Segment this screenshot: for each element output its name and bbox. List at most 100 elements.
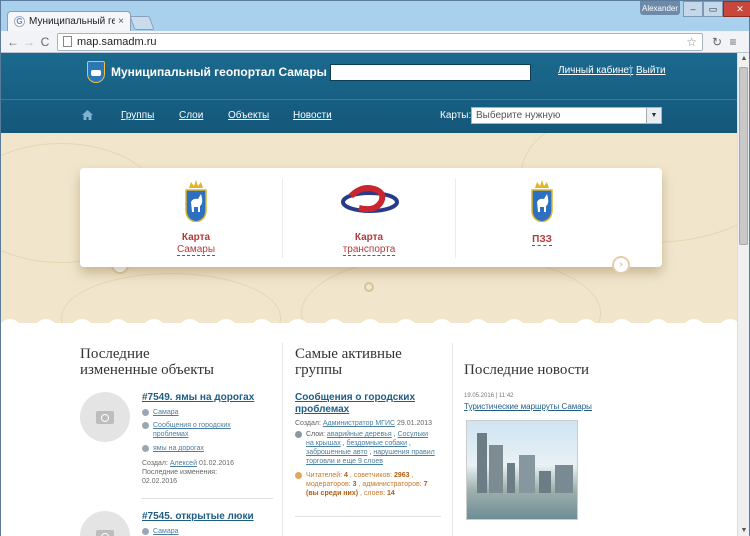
map-carousel: Карта Самары Карта транспорта ПЗЗ bbox=[80, 168, 662, 267]
back-icon[interactable]: ← bbox=[5, 35, 21, 49]
bookmark-star-icon[interactable]: ☆ bbox=[686, 35, 697, 49]
search-input[interactable] bbox=[330, 64, 531, 81]
maps-label: Карты: bbox=[440, 110, 472, 121]
maps-select[interactable]: Выберите нужную ▼ bbox=[471, 107, 662, 124]
group-created: Создал: Администратор МГИС 29.01.2013 bbox=[295, 420, 433, 427]
settings-icon[interactable]: ≡ bbox=[725, 35, 741, 49]
object-created: Создал: Алексей 01.02.2016 bbox=[142, 460, 234, 467]
building-shape bbox=[539, 471, 551, 493]
carousel-item-pzz[interactable]: ПЗЗ bbox=[456, 168, 628, 267]
news-image[interactable] bbox=[466, 420, 578, 520]
object-changed-date: 02.02.2016 bbox=[142, 478, 178, 485]
carousel-item-samara-map[interactable]: Карта Самары bbox=[110, 168, 282, 267]
layers-bullet-icon bbox=[295, 431, 302, 438]
group-stats: Читателей: 4 , советчиков: 2963 , модера… bbox=[295, 471, 441, 498]
menu-objects[interactable]: Объекты bbox=[228, 110, 269, 121]
menu-groups[interactable]: Группы bbox=[121, 110, 154, 121]
group-author-link[interactable]: Администратор МГИС bbox=[323, 420, 395, 427]
building-shape bbox=[555, 465, 573, 493]
cabinet-link[interactable]: Личный кабинет bbox=[558, 65, 633, 76]
site-header: Муниципальный геопортал Самары Личный ка… bbox=[1, 53, 737, 133]
object-changed-label: Последние изменения: bbox=[142, 469, 218, 476]
samara-coat-of-arms-icon bbox=[185, 180, 207, 222]
new-tab-button[interactable] bbox=[129, 16, 155, 30]
tag-bullet-icon bbox=[142, 422, 149, 429]
menu-layers[interactable]: Слои bbox=[179, 110, 203, 121]
header-separator bbox=[630, 65, 631, 77]
object-item: #7545. открытые люки Самара bbox=[80, 511, 275, 536]
object-tag[interactable]: Сообщения о городских проблемах bbox=[142, 421, 231, 439]
carousel-item-title: Карта bbox=[181, 232, 211, 243]
title-bar: G Муниципальный геопор × Alexander – ▭ ✕ bbox=[1, 1, 750, 31]
object-tag[interactable]: ямы на дорогах bbox=[142, 444, 204, 453]
logout-link[interactable]: Выйти bbox=[636, 65, 666, 76]
object-tag[interactable]: Самара bbox=[142, 408, 179, 417]
page-viewport: Муниципальный геопортал Самары Личный ка… bbox=[1, 53, 737, 536]
forward-icon[interactable]: → bbox=[21, 35, 37, 49]
building-shape bbox=[519, 455, 535, 493]
carousel-item-subtitle: Самары bbox=[176, 244, 216, 256]
groups-heading-line1: Самые активные bbox=[295, 346, 402, 362]
hero-banner: ‹ Карта Самары Кар bbox=[1, 133, 737, 323]
author-link[interactable]: Алексей bbox=[170, 460, 197, 467]
scroll-up-icon[interactable]: ▲ bbox=[738, 53, 750, 65]
wave-divider bbox=[1, 319, 737, 329]
address-bar[interactable]: map.samadm.ru ☆ bbox=[57, 32, 703, 51]
site-title[interactable]: Муниципальный геопортал Самары bbox=[111, 65, 327, 79]
maps-select-value: Выберите нужную bbox=[476, 110, 561, 121]
tab-close-icon[interactable]: × bbox=[118, 16, 124, 27]
profile-badge[interactable]: Alexander bbox=[640, 1, 680, 15]
tag-bullet-icon bbox=[142, 409, 149, 416]
object-title-link[interactable]: #7549. ямы на дорогах bbox=[142, 392, 254, 403]
news-title-link[interactable]: Туристические маршруты Самары bbox=[464, 402, 592, 411]
page-icon bbox=[63, 36, 72, 47]
group-layers: Слои: аварийные деревья , Сосульки на кр… bbox=[295, 430, 441, 466]
reload-icon[interactable]: C bbox=[37, 35, 53, 49]
column-divider bbox=[282, 343, 283, 536]
vertical-scrollbar[interactable]: ▲ ▼ bbox=[737, 53, 749, 536]
camera-icon bbox=[96, 411, 114, 424]
transport-logo-icon bbox=[341, 185, 399, 213]
divider bbox=[141, 498, 273, 499]
tag-bullet-icon bbox=[142, 528, 149, 535]
groups-heading: Самые активные группы bbox=[295, 346, 402, 378]
url-text[interactable]: map.samadm.ru bbox=[77, 36, 686, 48]
object-tag[interactable]: Самара bbox=[142, 527, 179, 536]
tab-title: Муниципальный геопор bbox=[29, 16, 116, 27]
close-window-button[interactable]: ✕ bbox=[723, 1, 750, 17]
samara-coat-of-arms-icon bbox=[531, 180, 553, 222]
object-thumbnail[interactable] bbox=[80, 392, 130, 442]
samara-logo-icon[interactable] bbox=[87, 61, 105, 83]
news-heading: Последние новости bbox=[464, 362, 589, 378]
browser-window: G Муниципальный геопор × Alexander – ▭ ✕… bbox=[0, 0, 750, 536]
browser-tab[interactable]: G Муниципальный геопор × bbox=[7, 11, 131, 31]
scroll-down-icon[interactable]: ▼ bbox=[738, 525, 750, 536]
browser-toolbar: ← → C map.samadm.ru ☆ ↻ ≡ bbox=[1, 31, 749, 53]
chevron-down-icon[interactable]: ▼ bbox=[646, 108, 661, 123]
objects-heading-line2: измененные объекты bbox=[80, 362, 215, 378]
news-heading-text: Последние новости bbox=[464, 362, 590, 378]
groups-heading-line2: группы bbox=[295, 362, 343, 378]
camera-icon bbox=[96, 530, 114, 536]
extension-icon[interactable]: ↻ bbox=[709, 35, 725, 49]
objects-heading: Последние измененные объекты bbox=[80, 346, 214, 378]
building-shape bbox=[507, 463, 515, 493]
news-date: 19.05.2016 | 11:42 bbox=[464, 393, 514, 399]
carousel-indicator[interactable] bbox=[364, 282, 374, 292]
group-title-link[interactable]: Сообщения о городских проблемах bbox=[295, 392, 415, 416]
carousel-item-title: ПЗЗ bbox=[532, 234, 552, 246]
object-thumbnail[interactable] bbox=[80, 511, 130, 536]
google-favicon-icon: G bbox=[14, 16, 25, 27]
carousel-item-transport-map[interactable]: Карта транспорта bbox=[283, 168, 455, 267]
objects-heading-line1: Последние bbox=[80, 346, 150, 362]
scroll-thumb[interactable] bbox=[739, 67, 748, 245]
object-title-link[interactable]: #7545. открытые люки bbox=[142, 511, 254, 522]
minimize-button[interactable]: – bbox=[683, 1, 703, 17]
maximize-button[interactable]: ▭ bbox=[703, 1, 723, 17]
carousel-item-subtitle: транспорта bbox=[342, 244, 396, 256]
menu-news[interactable]: Новости bbox=[293, 110, 332, 121]
carousel-item-title: Карта bbox=[354, 232, 384, 243]
object-item: #7549. ямы на дорогах Самара Сообщения о… bbox=[80, 392, 275, 502]
home-icon[interactable] bbox=[82, 110, 93, 120]
carousel-next-button[interactable]: › bbox=[612, 256, 630, 274]
